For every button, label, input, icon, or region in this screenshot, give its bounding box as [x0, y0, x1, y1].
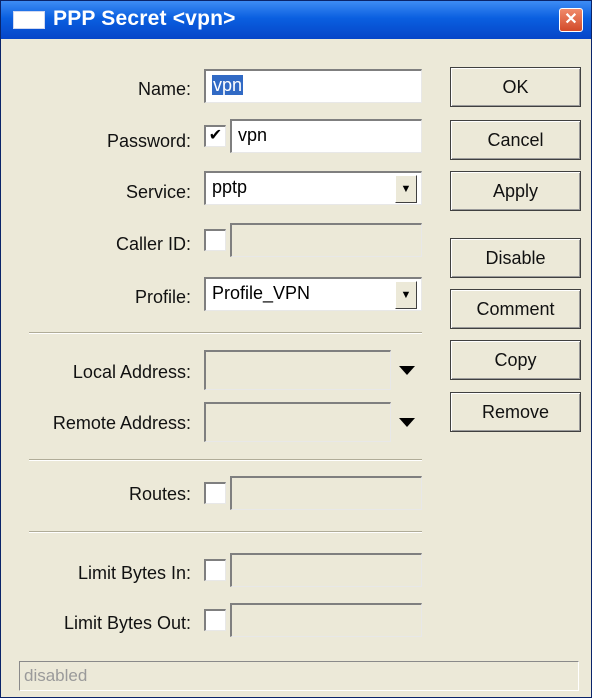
service-label: Service:	[125, 182, 191, 202]
profile-label: Profile:	[134, 287, 191, 307]
limit-bytes-out-field[interactable]	[230, 603, 422, 637]
password-checkbox[interactable]: ✔	[204, 125, 226, 147]
close-icon[interactable]: ✕	[559, 8, 583, 32]
window-icon	[13, 11, 45, 29]
caller-id-label: Caller ID:	[115, 234, 191, 254]
window-title: PPP Secret <vpn>	[53, 7, 236, 30]
name-label: Name:	[137, 79, 191, 99]
password-label: Password:	[106, 131, 191, 151]
remote-address-label: Remote Address:	[52, 413, 191, 433]
limit-bytes-out-label: Limit Bytes Out:	[63, 613, 191, 633]
separator	[29, 459, 422, 461]
profile-dropdown-icon[interactable]: ▼	[395, 281, 417, 309]
ok-button[interactable]: OK	[450, 67, 581, 107]
limit-bytes-in-field[interactable]	[230, 553, 422, 587]
caller-id-checkbox[interactable]	[204, 229, 226, 251]
service-select[interactable]: pptp	[204, 171, 422, 205]
local-address-label: Local Address:	[72, 362, 191, 382]
remote-address-dropdown-icon[interactable]	[399, 418, 415, 427]
routes-field[interactable]	[230, 476, 422, 510]
apply-button[interactable]: Apply	[450, 171, 581, 211]
password-field[interactable]: vpn	[230, 119, 422, 153]
limit-bytes-out-checkbox[interactable]	[204, 609, 226, 631]
local-address-field[interactable]	[204, 350, 391, 390]
routes-checkbox[interactable]	[204, 482, 226, 504]
service-value: pptp	[212, 177, 248, 197]
name-value: vpn	[212, 75, 244, 95]
cancel-button[interactable]: Cancel	[450, 120, 581, 160]
separator	[29, 531, 422, 533]
service-dropdown-icon[interactable]: ▼	[395, 175, 417, 203]
local-address-dropdown-icon[interactable]	[399, 366, 415, 375]
limit-bytes-in-label: Limit Bytes In:	[77, 563, 191, 583]
name-field[interactable]: vpn	[204, 69, 422, 103]
limit-bytes-in-checkbox[interactable]	[204, 559, 226, 581]
status-bar: disabled	[19, 661, 579, 691]
copy-button[interactable]: Copy	[450, 340, 581, 380]
disable-button[interactable]: Disable	[450, 238, 581, 278]
routes-label: Routes:	[128, 484, 191, 504]
remote-address-field[interactable]	[204, 402, 391, 442]
caller-id-field[interactable]	[230, 223, 422, 257]
remove-button[interactable]: Remove	[450, 392, 581, 432]
comment-button[interactable]: Comment	[450, 289, 581, 329]
profile-value: Profile_VPN	[212, 283, 311, 303]
ppp-secret-dialog: PPP Secret <vpn> ✕ Name: vpn Password: ✔…	[0, 0, 592, 698]
title-bar[interactable]: PPP Secret <vpn> ✕	[1, 1, 591, 39]
separator	[29, 332, 422, 334]
profile-select[interactable]: Profile_VPN	[204, 277, 422, 311]
